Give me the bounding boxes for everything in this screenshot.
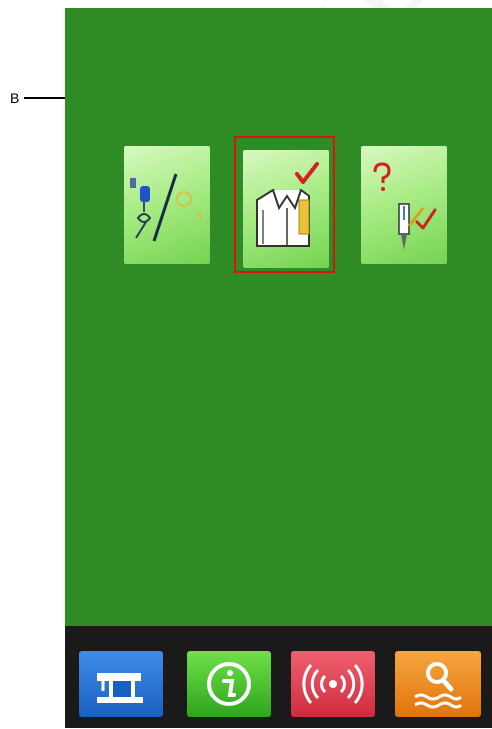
info-icon xyxy=(207,662,251,706)
bottom-function-bar xyxy=(65,626,492,728)
needle-check-help-icon xyxy=(373,162,437,250)
main-menu-area xyxy=(65,8,492,626)
search-icon xyxy=(414,662,463,709)
sewing-screen-button[interactable] xyxy=(79,651,163,717)
communication-icon xyxy=(302,664,364,704)
needle-thread-tension-button[interactable] xyxy=(124,146,210,264)
search-button[interactable] xyxy=(395,651,481,717)
selected-item-highlight xyxy=(234,136,335,273)
needle-check-help-button[interactable] xyxy=(361,146,447,264)
communication-button[interactable] xyxy=(291,651,375,717)
sewing-machine-icon xyxy=(97,673,143,703)
device-screen xyxy=(65,8,492,728)
information-button[interactable] xyxy=(187,651,271,717)
needle-thread-tension-icon xyxy=(130,173,202,242)
